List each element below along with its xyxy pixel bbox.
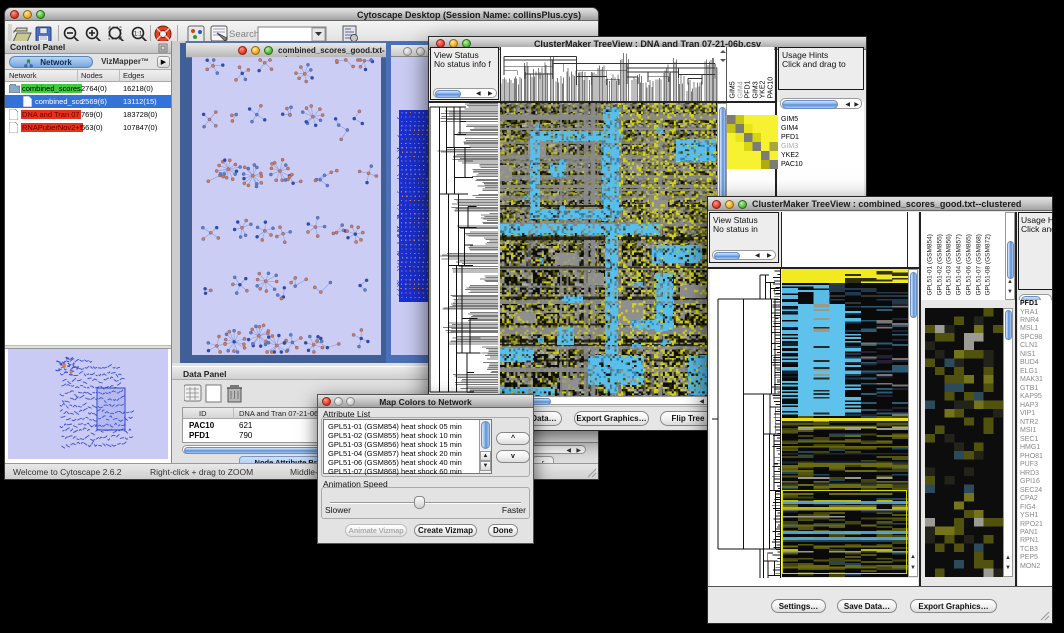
svg-text:1:1: 1:1 (134, 32, 143, 38)
svg-text:Search:: Search: (229, 29, 262, 40)
